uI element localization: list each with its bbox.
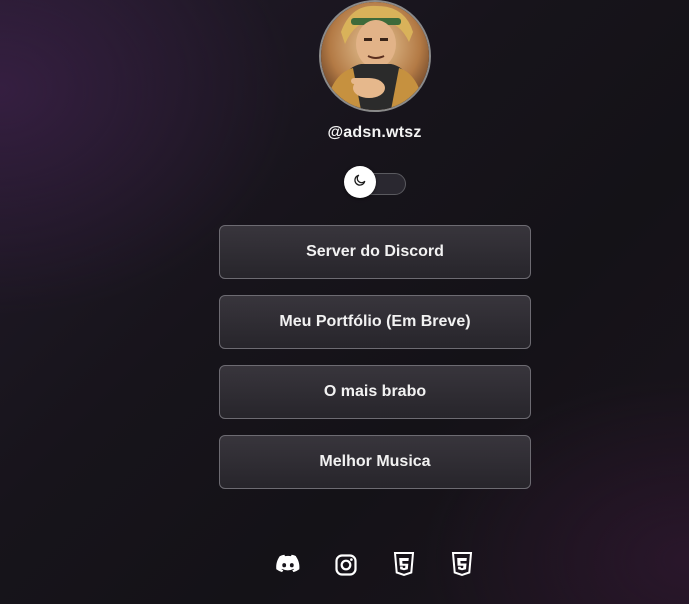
melhor-musica-button[interactable]: Melhor Musica [219,435,531,489]
link-label: Meu Portfólio (Em Breve) [279,313,471,330]
link-label: Melhor Musica [319,453,431,470]
moon-icon [353,173,367,192]
instagram-icon[interactable] [334,551,358,579]
social-links [276,551,474,579]
css3-icon[interactable] [450,551,474,579]
html5-icon[interactable] [392,551,416,579]
portfolio-button[interactable]: Meu Portfólio (Em Breve) [219,295,531,349]
avatar [319,0,431,112]
link-label: Server do Discord [306,243,444,260]
discord-icon[interactable] [276,551,300,579]
link-label: O mais brabo [323,383,427,400]
theme-toggle[interactable] [344,166,406,198]
username: @adsn.wtsz [327,124,422,141]
toggle-knob[interactable] [344,166,376,198]
o-mais-brabo-button[interactable]: O mais brabo [219,365,531,419]
link-list: Server do Discord Meu Portfólio (Em Brev… [219,225,531,505]
discord-server-button[interactable]: Server do Discord [219,225,531,279]
